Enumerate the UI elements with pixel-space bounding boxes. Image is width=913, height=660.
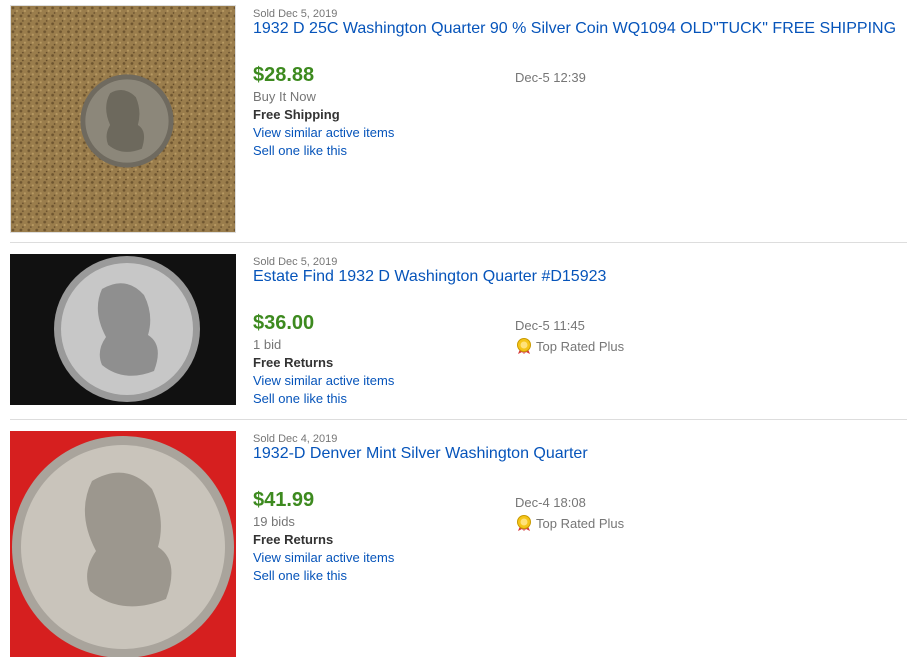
top-rated-label: Top Rated Plus — [536, 515, 625, 531]
view-similar-link[interactable]: View similar active items — [253, 550, 394, 565]
listing-thumbnail[interactable] — [10, 431, 236, 657]
end-time: Dec-4 18:08 — [515, 495, 586, 510]
sell-one-like-this-link[interactable]: Sell one like this — [253, 568, 347, 583]
listing-item: Sold Dec 4, 2019 1932-D Denver Mint Silv… — [0, 0, 913, 660]
sold-price: $41.99 — [253, 489, 315, 511]
top-rated-badge-icon — [515, 514, 533, 532]
listing-title-link[interactable]: 1932-D Denver Mint Silver Washington Qua… — [253, 445, 588, 463]
bid-count: 19 bids — [253, 514, 295, 529]
top-rated-plus: Top Rated Plus — [515, 514, 624, 532]
returns-info: Free Returns — [253, 532, 334, 547]
sold-date: Sold Dec 4, 2019 — [253, 433, 338, 445]
